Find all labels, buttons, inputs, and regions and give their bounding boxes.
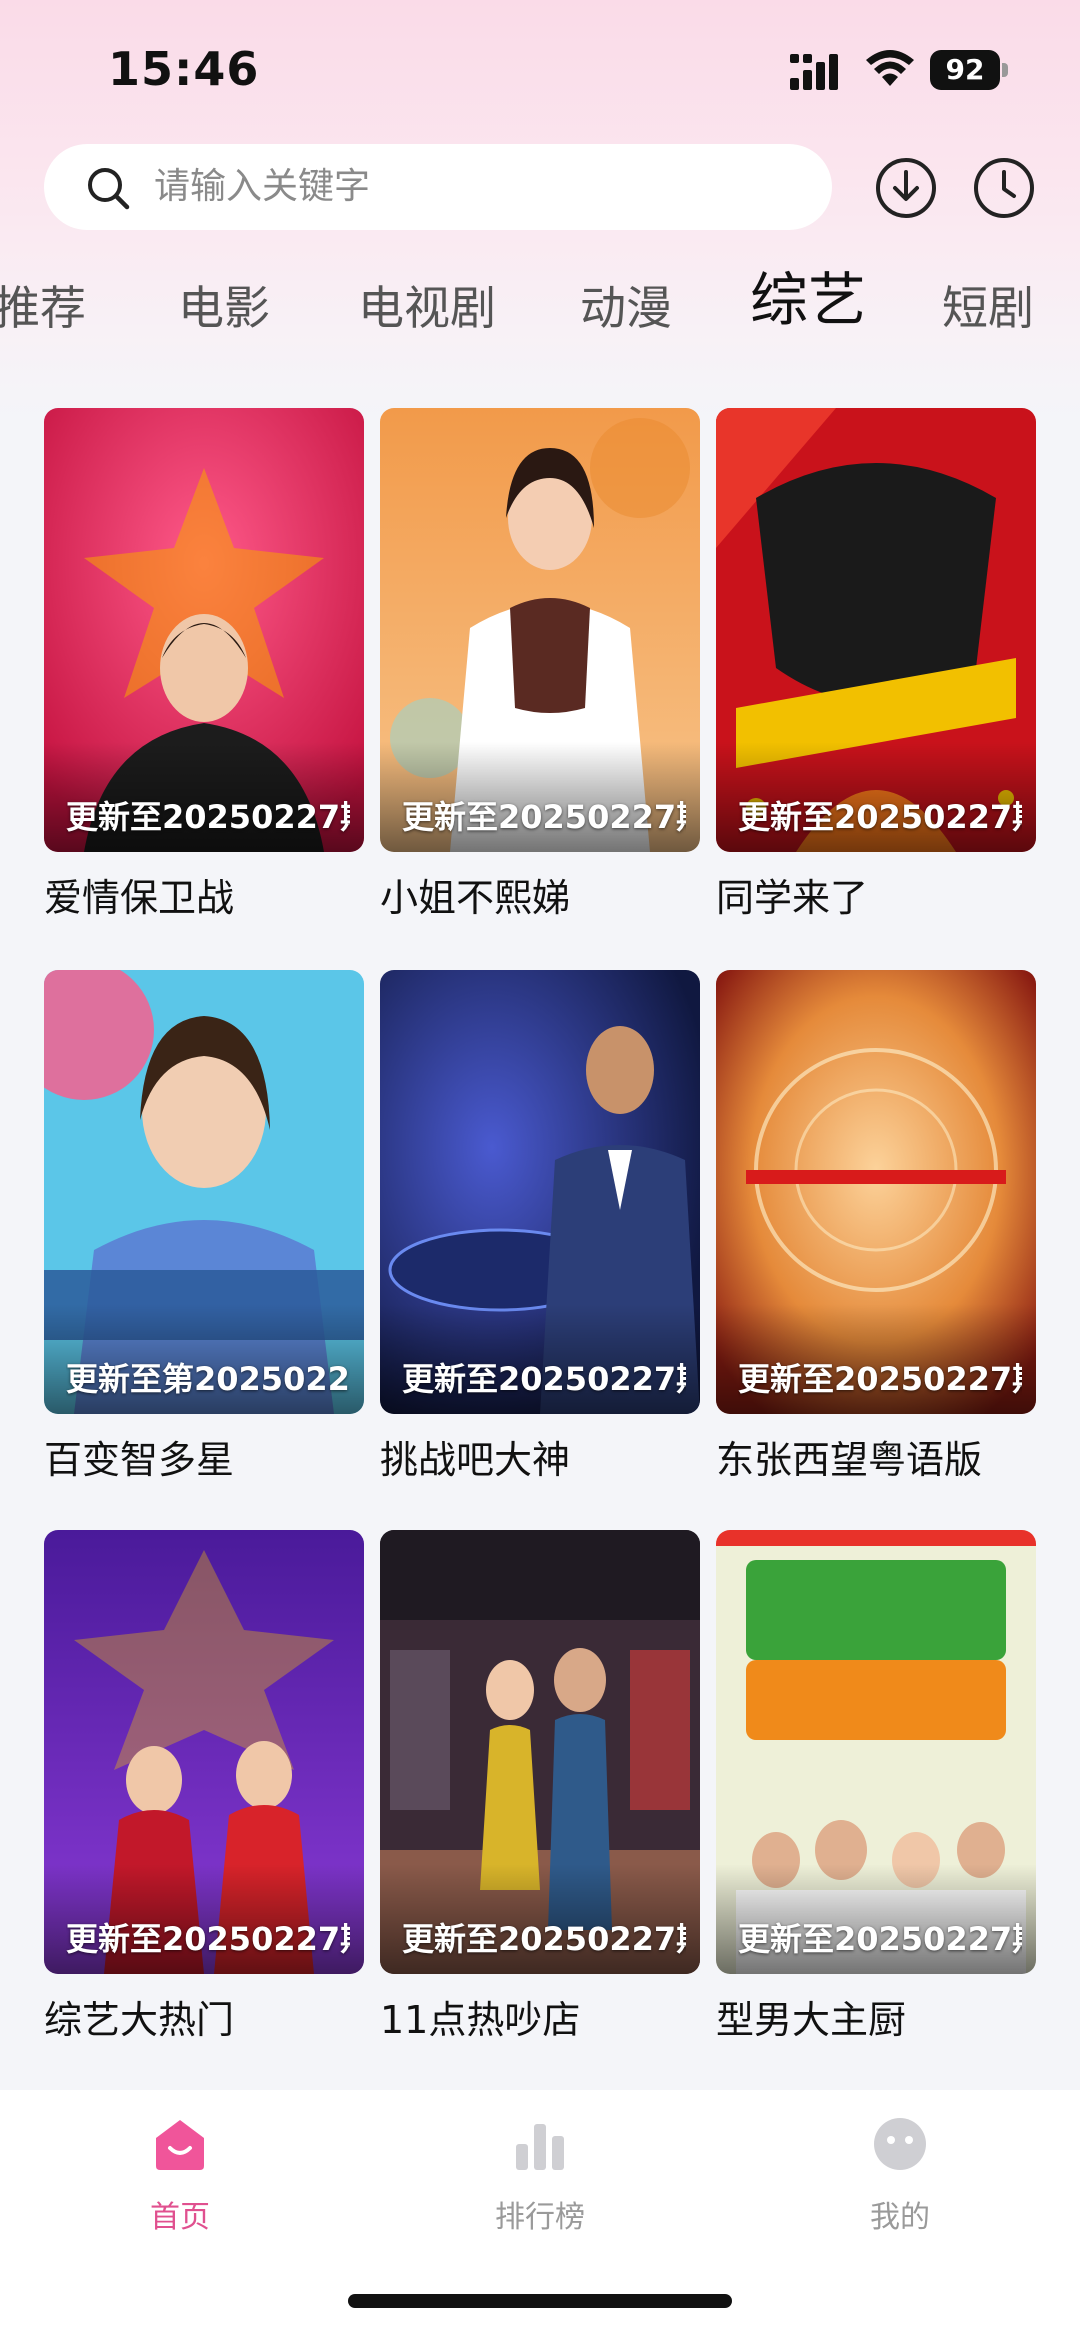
nav-ranking[interactable]: 排行榜 bbox=[460, 2114, 620, 2236]
poster-image: 更新至20250227期 bbox=[380, 1530, 700, 1974]
poster-image: 更新至20250227期 bbox=[44, 1530, 364, 1974]
show-card[interactable]: 更新至20250227期 综艺大热门 bbox=[44, 1530, 364, 2044]
nav-profile[interactable]: 我的 bbox=[820, 2114, 980, 2236]
poster-image: 更新至20250227期 bbox=[380, 408, 700, 852]
show-title: 小姐不熙娣 bbox=[380, 876, 571, 920]
show-title: 11点热吵店 bbox=[380, 1998, 581, 2042]
show-card[interactable]: 更新至20250227期 爱情保卫战 bbox=[44, 408, 364, 922]
show-card[interactable]: 更新至20250227期 同学来了 bbox=[716, 408, 1036, 922]
search-icon bbox=[88, 168, 130, 210]
category-tabs: 推荐 电影 电视剧 动漫 综艺 短剧 bbox=[0, 268, 1080, 348]
update-status: 更新至20250227期 bbox=[738, 1360, 1022, 1398]
update-status: 更新至第20250227期 bbox=[66, 1360, 350, 1398]
tab-variety[interactable]: 综艺 bbox=[750, 271, 866, 329]
show-title: 百变智多星 bbox=[44, 1438, 235, 1482]
home-indicator[interactable] bbox=[348, 2294, 732, 2308]
app-screen: 15:46 92 请输入关键字 推荐 电影 电视剧 动漫 综艺 短剧 更新至20… bbox=[0, 0, 1080, 2337]
status-time: 15:46 bbox=[108, 42, 260, 96]
home-icon bbox=[156, 2120, 204, 2170]
show-title: 挑战吧大神 bbox=[380, 1438, 571, 1482]
update-status: 更新至20250227期 bbox=[402, 1360, 686, 1398]
show-card[interactable]: 更新至20250227期 型男大主厨 bbox=[716, 1530, 1036, 2044]
nav-home-label: 首页 bbox=[150, 2200, 210, 2235]
nav-profile-label: 我的 bbox=[870, 2200, 930, 2235]
show-title: 综艺大热门 bbox=[44, 1998, 235, 2042]
poster-image: 更新至20250227期 bbox=[716, 970, 1036, 1414]
search-bar[interactable]: 请输入关键字 bbox=[44, 144, 832, 230]
wifi-icon bbox=[866, 50, 914, 86]
profile-icon bbox=[874, 2118, 926, 2170]
show-card[interactable]: 更新至20250227期 小姐不熙娣 bbox=[380, 408, 700, 922]
tab-movies[interactable]: 电影 bbox=[178, 280, 270, 336]
chart-icon bbox=[516, 2124, 564, 2170]
poster-image: 更新至第20250227期 bbox=[44, 970, 364, 1414]
download-icon[interactable] bbox=[874, 156, 938, 220]
nav-home[interactable]: 首页 bbox=[100, 2114, 260, 2236]
show-card[interactable]: 更新至20250227期 东张西望粤语版 bbox=[716, 970, 1036, 1484]
tab-tv-series[interactable]: 电视剧 bbox=[358, 280, 496, 336]
show-title: 型男大主厨 bbox=[716, 1998, 907, 2042]
show-card[interactable]: 更新至第20250227期 百变智多星 bbox=[44, 970, 364, 1484]
status-bar: 15:46 92 bbox=[0, 0, 1080, 140]
update-status: 更新至20250227期 bbox=[738, 1920, 1022, 1958]
tab-short-drama[interactable]: 短剧 bbox=[942, 280, 1034, 336]
show-title: 爱情保卫战 bbox=[44, 876, 235, 920]
show-card[interactable]: 更新至20250227期 挑战吧大神 bbox=[380, 970, 700, 1484]
search-placeholder: 请输入关键字 bbox=[154, 166, 371, 207]
show-title: 同学来了 bbox=[716, 876, 869, 920]
cellular-signal-icon bbox=[790, 54, 838, 90]
battery-indicator: 92 bbox=[930, 50, 1008, 90]
nav-ranking-label: 排行榜 bbox=[495, 2200, 585, 2235]
update-status: 更新至20250227期 bbox=[66, 1920, 350, 1958]
poster-image: 更新至20250227期 bbox=[44, 408, 364, 852]
update-status: 更新至20250227期 bbox=[738, 798, 1022, 836]
tab-recommend[interactable]: 推荐 bbox=[0, 280, 86, 336]
history-clock-icon[interactable] bbox=[972, 156, 1036, 220]
poster-image: 更新至20250227期 bbox=[716, 408, 1036, 852]
update-status: 更新至20250227期 bbox=[66, 798, 350, 836]
show-title: 东张西望粤语版 bbox=[716, 1438, 983, 1482]
poster-image: 更新至20250227期 bbox=[380, 970, 700, 1414]
tab-anime[interactable]: 动漫 bbox=[580, 280, 672, 336]
show-card[interactable]: 更新至20250227期 11点热吵店 bbox=[380, 1530, 700, 2044]
poster-image: 更新至20250227期 bbox=[716, 1530, 1036, 1974]
update-status: 更新至20250227期 bbox=[402, 798, 686, 836]
battery-level: 92 bbox=[930, 50, 1000, 90]
update-status: 更新至20250227期 bbox=[402, 1920, 686, 1958]
